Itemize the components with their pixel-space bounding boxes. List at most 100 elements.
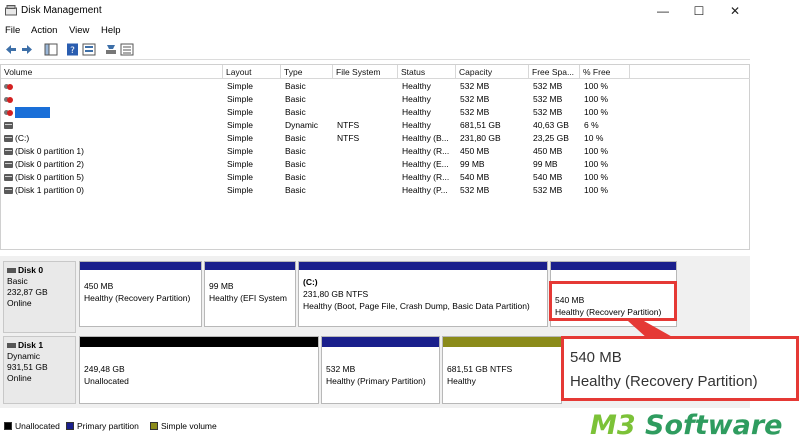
back-arrow-icon[interactable]	[4, 43, 18, 56]
partition-disk1-simple[interactable]: 681,51 GB NTFS Healthy	[442, 336, 562, 404]
cell-capacity: 231,80 GB	[460, 133, 501, 143]
col-free-space[interactable]: Free Spa...	[529, 65, 580, 79]
col-volume[interactable]: Volume	[1, 65, 223, 79]
cell-status: Healthy (R...	[402, 172, 450, 182]
cell-volume: (Disk 0 partition 1)	[15, 146, 84, 156]
cell-type: Basic	[285, 81, 306, 91]
cell-layout: Simple	[227, 133, 253, 143]
col-pct-free[interactable]: % Free	[580, 65, 630, 79]
rescan-icon[interactable]	[104, 43, 118, 56]
cell-layout: Simple	[227, 107, 253, 117]
forward-arrow-icon[interactable]	[20, 43, 34, 56]
table-row[interactable]: (Disk 0 partition 2) Simple Basic Healthy (…	[1, 158, 751, 171]
cell-free: 40,63 GB	[533, 120, 569, 130]
cell-fs	[337, 106, 398, 119]
table-row[interactable]: (C:) Simple Basic NTFS Healthy (B... 231,80 G…	[1, 132, 751, 145]
partition-bar	[551, 262, 676, 270]
table-header: Volume Layout Type File System Status Ca…	[1, 65, 751, 79]
disk-icon	[7, 343, 16, 349]
table-row[interactable]: Simple Dynamic NTFS Healthy 681,51 GB 40,63 G…	[1, 119, 751, 132]
cell-free: 450 MB	[533, 146, 563, 156]
partition-bar	[80, 337, 318, 347]
cell-type: Basic	[285, 185, 306, 195]
cell-status: Healthy	[402, 107, 431, 117]
cell-pct: 100 %	[584, 107, 609, 117]
console-tree-icon[interactable]	[44, 43, 58, 56]
m3-software-logo: M3 Software	[590, 410, 783, 441]
volume-error-icon	[4, 83, 13, 90]
table-row[interactable]: Simple Basic Healthy 532 MB 532 MB 100 %	[1, 106, 751, 119]
cell-status: Healthy	[402, 94, 431, 104]
disk-list-icon[interactable]	[120, 43, 134, 56]
volume-drive-icon	[4, 122, 13, 129]
cell-volume	[15, 93, 220, 106]
zoom-callout: 540 MB Healthy (Recovery Partition)	[561, 336, 799, 401]
menu-file[interactable]: File	[5, 25, 20, 36]
partition-bar	[299, 262, 547, 270]
partition-bar	[322, 337, 439, 347]
volume-error-icon	[4, 96, 13, 103]
cell-pct: 10 %	[584, 133, 604, 143]
cell-free: 532 MB	[533, 94, 563, 104]
properties-icon[interactable]	[82, 43, 96, 56]
partition-disk0-c[interactable]: (C:) 231,80 GB NTFS Healthy (Boot, Page Fi…	[298, 261, 548, 327]
disk-type: Dynamic	[7, 351, 41, 361]
cell-pct: 100 %	[584, 159, 609, 169]
highlight-box	[549, 281, 677, 321]
disk-1-label[interactable]: Disk 1 Dynamic 931,51 GB Online	[3, 336, 76, 404]
partition-status: Healthy	[447, 376, 476, 386]
table-row[interactable]: Simple Basic Healthy 532 MB 532 MB 100 %	[1, 93, 751, 106]
table-row[interactable]: (Disk 0 partition 1) Simple Basic Healthy (…	[1, 145, 751, 158]
cell-pct: 100 %	[584, 94, 609, 104]
minimize-button[interactable]: —	[648, 2, 678, 20]
partition-disk0-1[interactable]: 450 MB Healthy (Recovery Partition)	[79, 261, 202, 327]
table-row[interactable]: Simple Basic Healthy 532 MB 532 MB 100 %	[1, 80, 751, 93]
cell-layout: Simple	[227, 81, 253, 91]
menu-view[interactable]: View	[69, 25, 89, 36]
cell-fs	[337, 80, 398, 93]
col-status[interactable]: Status	[398, 65, 456, 79]
cell-fs	[337, 184, 398, 197]
partition-disk1-primary[interactable]: 532 MB Healthy (Primary Partition)	[321, 336, 440, 404]
cell-status: Healthy (R...	[402, 146, 450, 156]
col-file-system[interactable]: File System	[333, 65, 398, 79]
legend-swatch-primary	[66, 422, 74, 430]
disk-type: Basic	[7, 276, 28, 286]
partition-status: Healthy (Primary Partition)	[326, 376, 426, 386]
cell-type: Basic	[285, 172, 306, 182]
partition-bar	[80, 262, 201, 270]
maximize-button[interactable]: ☐	[684, 2, 714, 20]
partition-size: 681,51 GB NTFS	[447, 364, 513, 374]
volume-list: Volume Layout Type File System Status Ca…	[0, 64, 751, 250]
table-row[interactable]: (Disk 1 partition 0) Simple Basic Healthy (…	[1, 184, 751, 197]
table-row[interactable]: (Disk 0 partition 5) Simple Basic Healthy (…	[1, 171, 751, 184]
volume-drive-icon	[4, 161, 13, 168]
cell-free: 532 MB	[533, 107, 563, 117]
cell-layout: Simple	[227, 159, 253, 169]
cell-layout: Simple	[227, 172, 253, 182]
cell-layout: Simple	[227, 146, 253, 156]
col-layout[interactable]: Layout	[223, 65, 281, 79]
col-capacity[interactable]: Capacity	[456, 65, 529, 79]
partition-size: 99 MB	[209, 281, 234, 291]
cell-capacity: 532 MB	[460, 94, 490, 104]
disk-management-app-icon	[5, 5, 17, 16]
partition-bar	[205, 262, 295, 270]
cell-volume	[15, 106, 220, 119]
cell-fs	[337, 145, 398, 158]
col-type[interactable]: Type	[281, 65, 333, 79]
partition-disk0-2[interactable]: 99 MB Healthy (EFI System	[204, 261, 296, 327]
help-icon[interactable]: ?	[66, 43, 80, 56]
partition-disk1-unallocated[interactable]: 249,48 GB Unallocated	[79, 336, 319, 404]
disk-0-label[interactable]: Disk 0 Basic 232,87 GB Online	[3, 261, 76, 333]
volume-drive-icon	[4, 135, 13, 142]
cell-type: Basic	[285, 133, 306, 143]
cell-capacity: 532 MB	[460, 185, 490, 195]
disk-size: 232,87 GB	[7, 287, 48, 297]
disk-status: Online	[7, 298, 32, 308]
menu-help[interactable]: Help	[101, 25, 121, 36]
partition-status: Unallocated	[84, 376, 129, 386]
menu-action[interactable]: Action	[31, 25, 57, 36]
close-button[interactable]: ✕	[720, 2, 750, 20]
cell-pct: 100 %	[584, 172, 609, 182]
